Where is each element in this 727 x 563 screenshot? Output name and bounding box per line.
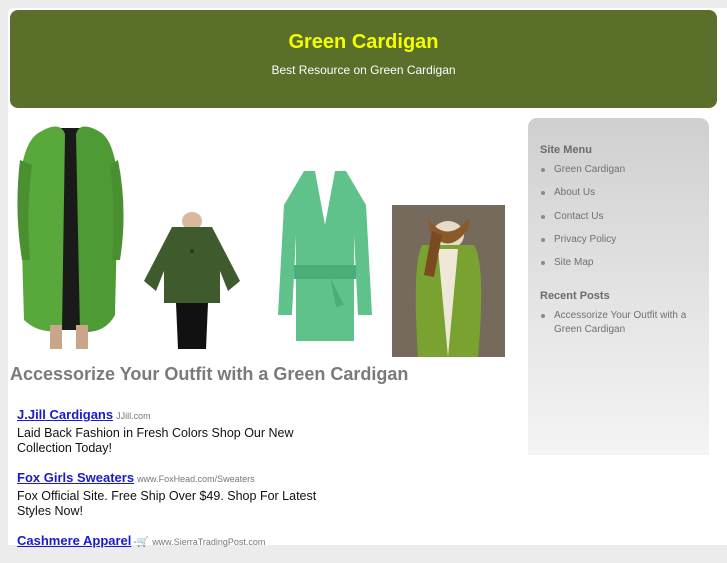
menu-link[interactable]: Site Map — [554, 257, 593, 268]
site-header: Green Cardigan Best Resource on Green Ca… — [10, 10, 717, 108]
site-menu-heading: Site Menu — [540, 144, 592, 156]
ad-url[interactable]: www.FoxHead.com/Sweaters — [137, 474, 255, 484]
menu-link[interactable]: Privacy Policy — [554, 234, 616, 245]
cardigan-photo-cropped — [136, 211, 248, 349]
recent-post-link[interactable]: Accessorize Your Outfit with a Green Car… — [554, 310, 686, 335]
recent-post-item: Accessorize Your Outfit with a Green Car… — [540, 309, 700, 337]
shopping-cart-icon: -🛒 — [133, 537, 150, 548]
ad-list: J.Jill Cardigans JJill.com Laid Back Fash… — [17, 406, 327, 563]
site-tagline: Best Resource on Green Cardigan — [271, 63, 456, 77]
ad-item: J.Jill Cardigans JJill.com Laid Back Fash… — [17, 406, 327, 456]
recent-posts-list: Accessorize Your Outfit with a Green Car… — [540, 309, 700, 346]
ad-item: Fox Girls Sweaters www.FoxHead.com/Sweate… — [17, 469, 327, 519]
ad-url[interactable]: JJill.com — [116, 411, 151, 421]
menu-item-site-map: Site Map — [540, 256, 700, 270]
menu-item-about-us: About Us — [540, 186, 700, 200]
menu-link[interactable]: About Us — [554, 187, 595, 198]
ad-title-link[interactable]: J.Jill Cardigans — [17, 407, 113, 422]
ad-title-link[interactable]: Cashmere Apparel — [17, 533, 131, 548]
menu-item-contact-us: Contact Us — [540, 210, 700, 224]
post-title[interactable]: Accessorize Your Outfit with a Green Car… — [10, 364, 408, 385]
ad-description: Laid Back Fashion in Fresh Colors Shop O… — [17, 426, 294, 455]
cardigan-photo-belted — [270, 165, 380, 349]
recent-posts-heading: Recent Posts — [540, 290, 610, 302]
site-menu-list: Green Cardigan About Us Contact Us Priva… — [540, 163, 700, 279]
ad-description: Fox Official Site. Free Ship Over $49. S… — [17, 489, 317, 518]
menu-item-privacy-policy: Privacy Policy — [540, 233, 700, 247]
ad-title-link[interactable]: Fox Girls Sweaters — [17, 470, 134, 485]
cardigan-gallery — [10, 120, 507, 357]
menu-item-green-cardigan: Green Cardigan — [540, 163, 700, 177]
ad-url[interactable]: www.SierraTradingPost.com — [152, 537, 265, 547]
ad-item: Cashmere Apparel -🛒 www.SierraTradingPost.… — [17, 532, 327, 550]
site-title[interactable]: Green Cardigan — [10, 31, 717, 54]
menu-link[interactable]: Contact Us — [554, 211, 603, 222]
menu-link[interactable]: Green Cardigan — [554, 164, 625, 175]
cardigan-photo-scarf — [392, 205, 505, 357]
sidebar: Site Menu Green Cardigan About Us Contac… — [528, 118, 709, 455]
cardigan-photo-long — [10, 120, 130, 349]
